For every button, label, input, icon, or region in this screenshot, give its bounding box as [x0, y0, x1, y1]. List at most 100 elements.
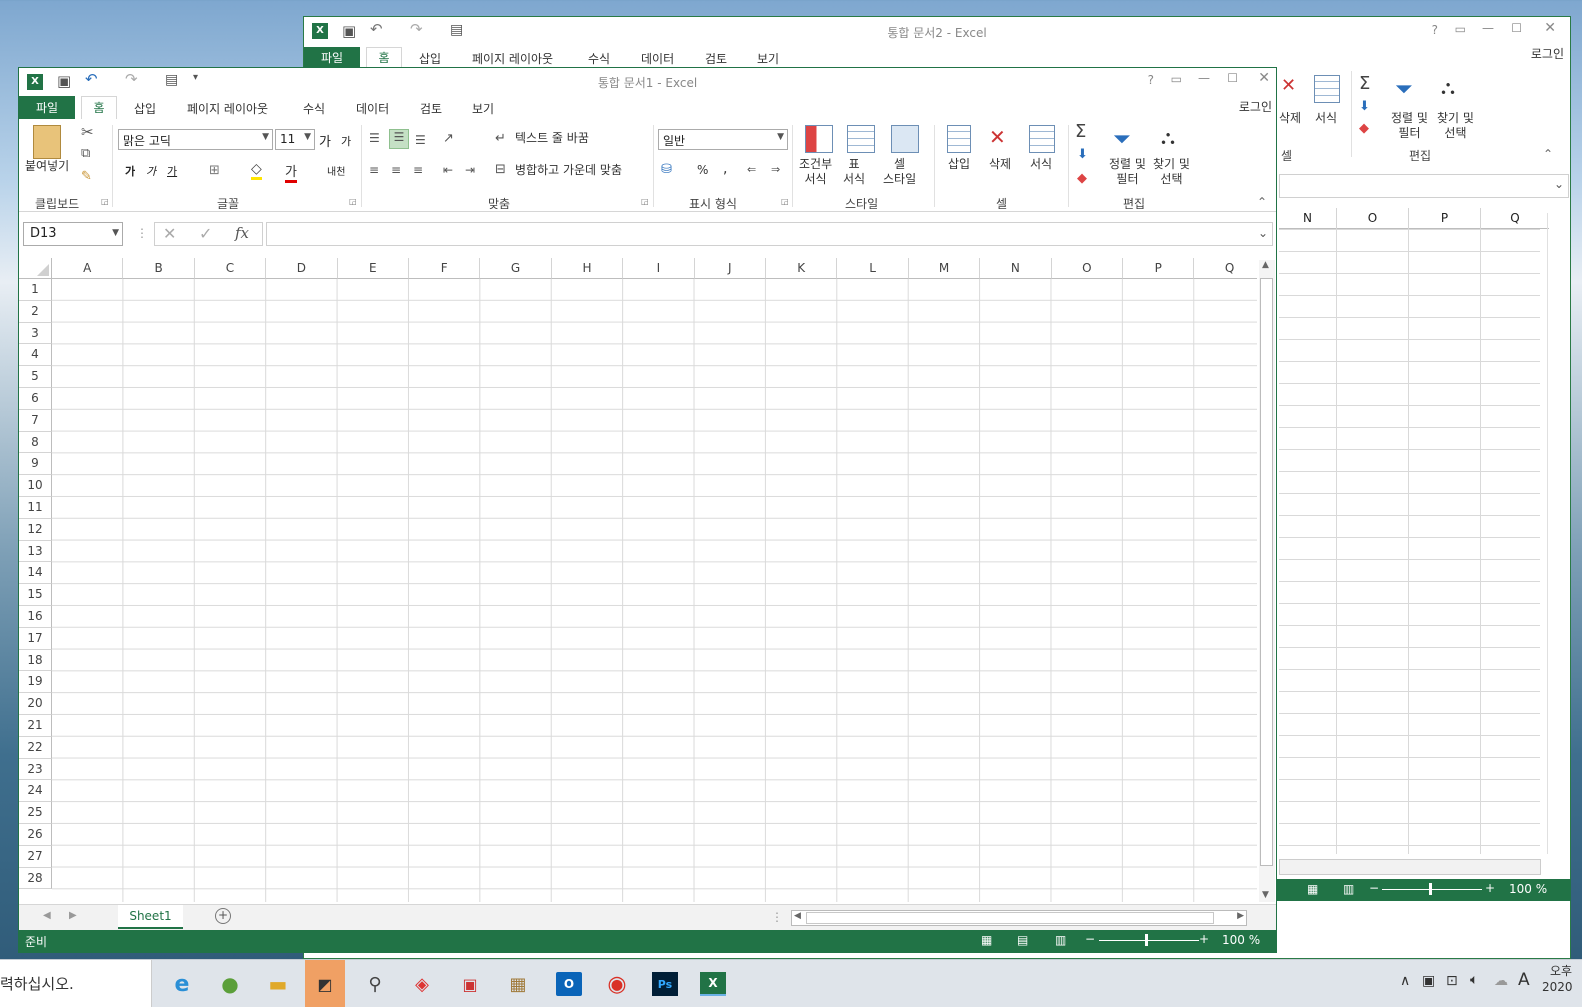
login-link[interactable]: 로그인 [1531, 45, 1564, 62]
login-link[interactable]: 로그인 [1239, 98, 1272, 115]
zoom-level[interactable]: 100 % [1509, 882, 1547, 896]
zoom-level[interactable]: 100 % [1222, 933, 1260, 947]
align-center-icon[interactable]: ≡ [391, 163, 401, 177]
format-table-icon[interactable] [847, 125, 875, 153]
tab-page-layout[interactable]: 페이지 레이아웃 [472, 50, 553, 67]
format-table-button[interactable]: 표 서식 [843, 157, 865, 187]
conditional-format-button[interactable]: 조건부 서식 [799, 157, 832, 187]
scroll-right-icon[interactable]: ▶ [1237, 911, 1244, 921]
dialog-launcher-icon[interactable]: ◲ [349, 197, 357, 206]
col-header[interactable]: N [1279, 208, 1336, 229]
find-select-label[interactable]: 찾기 및 선택 [1437, 111, 1474, 141]
fill-icon[interactable]: ⬇ [1077, 147, 1088, 162]
archive-app-icon[interactable]: ▦ [498, 966, 538, 1002]
more-options-icon[interactable]: ⋮ [136, 226, 148, 240]
col-header[interactable]: L [837, 258, 909, 279]
add-sheet-icon[interactable]: + [215, 908, 231, 924]
close-icon[interactable]: ✕ [1544, 20, 1556, 36]
row-header[interactable]: 19 [19, 671, 52, 694]
comma-icon[interactable]: , [723, 161, 727, 177]
vertical-scrollbar[interactable]: ▲ ▼ [1259, 260, 1275, 902]
align-middle-icon[interactable]: ☰ [389, 129, 409, 149]
prev-sheet-icon[interactable]: ◀ [43, 910, 51, 921]
format-label[interactable]: 서식 [1315, 111, 1337, 126]
percent-icon[interactable]: % [697, 163, 708, 177]
sort-filter-button[interactable]: 정렬 및 필터 [1109, 157, 1146, 187]
font-color-icon[interactable]: 가 [285, 161, 297, 183]
align-left-icon[interactable]: ≡ [369, 163, 379, 177]
increase-decimal-icon[interactable]: ⇐ [747, 163, 756, 176]
insert-cells-button[interactable]: 삽입 [948, 157, 970, 172]
merge-center-button[interactable]: 병합하고 가운데 맞춤 [515, 163, 622, 178]
sort-filter-icon[interactable]: ⏷ [1113, 127, 1131, 152]
phonetic-icon[interactable]: 내천 [327, 163, 345, 178]
row-header[interactable]: 8 [19, 431, 52, 454]
tab-home[interactable]: 홈 [366, 47, 402, 69]
cells-area[interactable] [52, 279, 1257, 902]
underline-icon[interactable]: 가 [167, 163, 177, 179]
back-hscroll[interactable] [1279, 859, 1541, 875]
col-header[interactable]: P [1123, 258, 1195, 279]
find-select-button[interactable]: 찾기 및 선택 [1153, 157, 1190, 187]
zoom-thumb[interactable] [1145, 934, 1148, 946]
tab-home[interactable]: 홈 [81, 96, 117, 120]
photoshop-icon[interactable]: Ps [652, 972, 678, 996]
col-header[interactable]: N [980, 258, 1052, 279]
ime-indicator[interactable]: A [1518, 970, 1530, 990]
col-header[interactable]: F [409, 258, 481, 279]
row-header[interactable]: 27 [19, 845, 52, 868]
outlook-icon[interactable]: O [556, 972, 582, 996]
cell-style-icon[interactable] [891, 125, 919, 153]
enter-icon[interactable]: ✓ [199, 224, 212, 243]
tab-file[interactable]: 파일 [19, 96, 75, 120]
sheet-tab[interactable]: Sheet1 [118, 905, 183, 929]
show-hidden-icon[interactable]: ∧ [1400, 973, 1410, 989]
delete-label[interactable]: 삭제 [1279, 111, 1301, 126]
align-bottom-icon[interactable]: ☰ [415, 133, 426, 147]
normal-view-icon[interactable]: ▦ [1307, 882, 1318, 896]
tab-data[interactable]: 데이터 [641, 50, 674, 67]
formula-input[interactable]: ⌄ [266, 222, 1273, 246]
col-header[interactable]: H [551, 258, 624, 279]
tab-data[interactable]: 데이터 [356, 100, 389, 117]
row-header[interactable]: 21 [19, 715, 52, 737]
splitter-icon[interactable]: ⋮ [771, 910, 783, 924]
col-header[interactable]: G [480, 258, 552, 279]
col-header[interactable]: P [1408, 208, 1480, 229]
cell-style-button[interactable]: 셀 스타일 [883, 157, 916, 187]
messenger-icon[interactable]: ● [210, 966, 250, 1002]
select-all-button[interactable] [19, 258, 52, 279]
col-header[interactable]: K [766, 258, 838, 279]
minimize-icon[interactable]: — [1198, 71, 1210, 85]
align-right-icon[interactable]: ≡ [413, 163, 423, 177]
row-header[interactable]: 20 [19, 693, 52, 715]
row-header[interactable]: 11 [19, 497, 52, 519]
help-icon[interactable]: ? [1148, 73, 1154, 87]
row-header[interactable]: 12 [19, 518, 52, 541]
format-cells-icon[interactable] [1314, 75, 1340, 103]
next-sheet-icon[interactable]: ▶ [69, 910, 77, 921]
font-size-select[interactable]: 11 ▼ [275, 129, 315, 150]
scroll-down-icon[interactable]: ▼ [1262, 890, 1269, 900]
col-header[interactable]: Q [1194, 258, 1257, 279]
clear-icon[interactable]: ◆ [1077, 171, 1087, 186]
row-header[interactable]: 7 [19, 409, 52, 432]
col-header[interactable]: I [623, 258, 695, 279]
zoom-thumb[interactable] [1429, 883, 1432, 895]
ribbon-options-icon[interactable]: ▭ [1455, 22, 1466, 36]
find-icon[interactable]: ⛬ [1441, 75, 1455, 99]
col-header[interactable]: C [194, 258, 267, 279]
tab-file[interactable]: 파일 [304, 47, 360, 69]
excel-taskbar-icon[interactable]: X [700, 972, 726, 996]
row-header[interactable]: 23 [19, 758, 52, 781]
file-explorer-icon[interactable]: ▬ [258, 966, 298, 1002]
conditional-format-icon[interactable] [805, 125, 833, 153]
delete-cells-icon[interactable]: ✕ [989, 125, 1006, 149]
zoom-in-icon[interactable]: + [1485, 881, 1495, 895]
cloud-icon[interactable]: ☁ [1494, 973, 1508, 989]
clear-icon[interactable]: ◆ [1359, 121, 1369, 136]
row-header[interactable]: 24 [19, 780, 52, 803]
expand-formula-icon[interactable]: ⌄ [1554, 177, 1564, 191]
row-header[interactable]: 15 [19, 584, 52, 606]
worksheet-grid[interactable]: ABCDEFGHIJKLMNOPQ 1 2 3 4 5 6 7 8 9 10 11 12 13 14 15 1… [19, 258, 1257, 902]
